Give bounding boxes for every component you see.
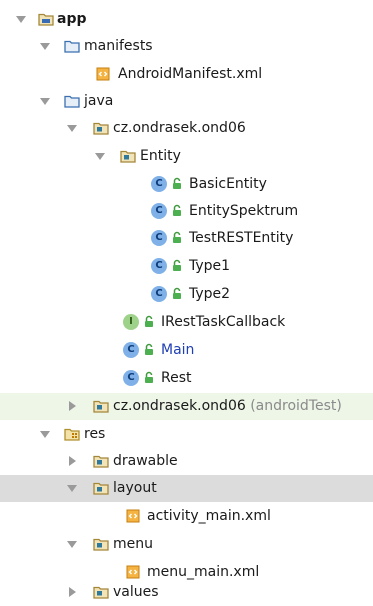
tree-label: values [113,584,159,600]
tree-label: EntitySpektrum [189,203,299,219]
chevron-down-icon[interactable] [95,153,105,160]
chevron-down-icon[interactable] [16,16,26,23]
tree-label: res [84,426,106,442]
folder-icon [64,38,80,54]
tree-label: cz.ondrasek.ond06 [113,120,246,136]
interface-icon: I [123,314,139,330]
chevron-down-icon[interactable] [40,431,50,438]
chevron-down-icon[interactable] [40,98,50,105]
tree-label: layout [113,480,157,496]
lock-icon [144,315,154,328]
class-icon: C [123,342,139,358]
tree-row-res[interactable]: res [0,421,373,448]
tree-label: cz.ondrasek.ond06 (androidTest) [113,398,342,414]
tree-label: Rest [161,370,192,386]
chevron-down-icon[interactable] [40,43,50,50]
tree-row-drawable[interactable]: drawable [0,448,373,475]
package-folder-icon [93,480,109,496]
tree-label: app [57,11,87,27]
chevron-down-icon[interactable] [67,541,77,548]
package-folder-icon [93,536,109,552]
tree-label: BasicEntity [189,176,267,192]
chevron-right-icon[interactable] [69,401,76,411]
package-folder-icon [93,584,109,600]
lock-icon [144,371,154,384]
tree-label: Main [161,342,195,358]
tree-row-menu[interactable]: menu [0,531,373,558]
tree-label: Type1 [189,258,231,274]
xml-file-icon [125,508,141,524]
project-tree: app manifests AndroidManifest.xml java c… [0,0,373,606]
class-icon: C [151,203,167,219]
tree-row-class[interactable]: C Type2 [0,281,373,308]
tree-row-layout[interactable]: layout [0,475,373,502]
folder-icon [64,93,80,109]
package-folder-icon [93,398,109,414]
resource-folder-icon [64,426,80,442]
lock-icon [172,287,182,300]
package-folder-icon [93,120,109,136]
tree-row-entity[interactable]: Entity [0,143,373,170]
lock-icon [172,204,182,217]
class-icon: C [151,230,167,246]
tree-row-rest[interactable]: C Rest [0,365,373,392]
tree-label: Entity [140,148,181,164]
package-folder-icon [120,148,136,164]
test-suffix: (androidTest) [250,398,342,414]
chevron-down-icon[interactable] [67,125,77,132]
tree-row-manifest-file[interactable]: AndroidManifest.xml [0,61,373,88]
tree-row-class[interactable]: C EntitySpektrum [0,198,373,225]
chevron-right-icon[interactable] [69,587,76,597]
tree-row-main[interactable]: C Main [0,337,373,364]
tree-row-manifests[interactable]: manifests [0,33,373,60]
lock-icon [172,259,182,272]
class-icon: C [151,258,167,274]
tree-label: manifests [84,38,153,54]
tree-label: AndroidManifest.xml [118,66,263,82]
chevron-down-icon[interactable] [67,485,77,492]
xml-file-icon [95,66,111,82]
class-icon: C [151,176,167,192]
tree-row-values[interactable]: values [0,579,373,606]
lock-icon [144,343,154,356]
tree-label: menu [113,536,153,552]
tree-row-class[interactable]: C TestRESTEntity [0,225,373,252]
tree-row-activity-xml[interactable]: activity_main.xml [0,503,373,530]
tree-row-class[interactable]: C BasicEntity [0,171,373,198]
tree-row-test-package[interactable]: cz.ondrasek.ond06 (androidTest) [0,393,373,420]
module-folder-icon [38,11,54,27]
tree-label: drawable [113,453,178,469]
xml-file-icon [125,564,141,580]
tree-row-java[interactable]: java [0,88,373,115]
tree-row-package[interactable]: cz.ondrasek.ond06 [0,115,373,142]
lock-icon [172,177,182,190]
class-icon: C [151,286,167,302]
tree-label: Type2 [189,286,231,302]
class-icon: C [123,370,139,386]
package-folder-icon [93,453,109,469]
chevron-right-icon[interactable] [69,456,76,466]
tree-label: TestRESTEntity [189,230,294,246]
tree-row-app[interactable]: app [0,6,373,33]
lock-icon [172,231,182,244]
tree-label: IRestTaskCallback [161,314,286,330]
tree-label: activity_main.xml [147,508,271,524]
tree-row-class[interactable]: C Type1 [0,253,373,280]
tree-row-interface[interactable]: I IRestTaskCallback [0,309,373,336]
tree-label: java [84,93,114,109]
